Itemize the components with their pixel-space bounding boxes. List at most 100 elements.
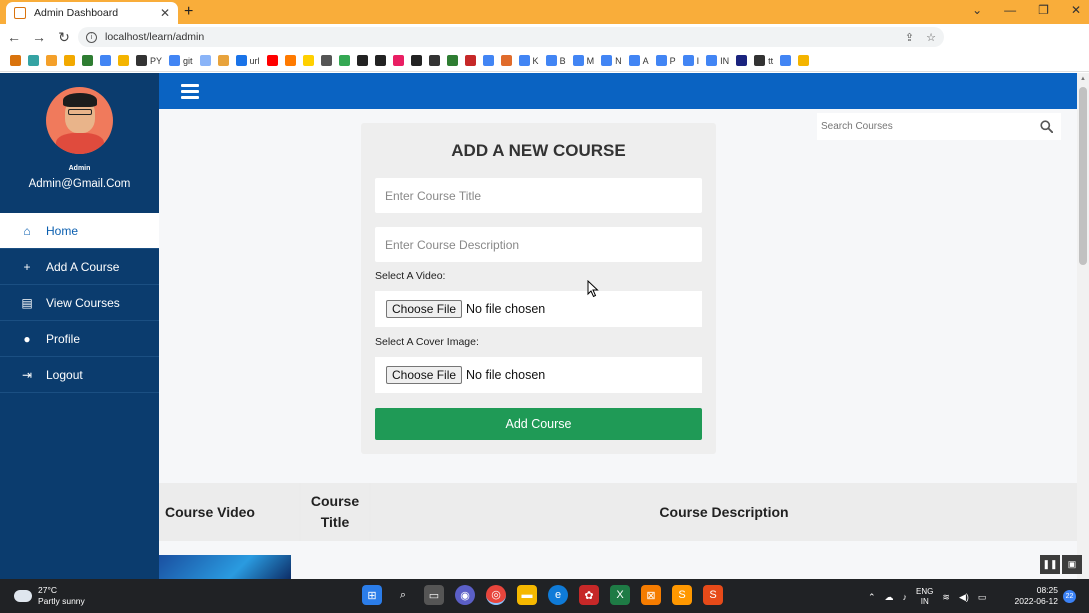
course-video-thumbnail[interactable] xyxy=(159,555,291,579)
page-scrollbar[interactable]: ▲ xyxy=(1077,73,1089,579)
bookmark-item[interactable] xyxy=(199,55,211,66)
tab-close-icon[interactable]: ✕ xyxy=(160,6,170,20)
sublime-icon[interactable]: S xyxy=(672,585,692,605)
choose-video-button[interactable]: Choose File xyxy=(386,300,463,318)
bookmark-item[interactable] xyxy=(284,55,296,66)
bookmark-favicon-icon xyxy=(682,55,694,66)
forward-icon[interactable]: → xyxy=(28,29,50,45)
search-taskbar-icon[interactable]: ⌕ xyxy=(393,585,413,605)
minimize-button[interactable]: — xyxy=(1004,3,1016,17)
sidebar-item-home[interactable]: ⌂ Home xyxy=(0,213,159,249)
sidebar-item-profile[interactable]: ● Profile xyxy=(0,321,159,357)
bookmark-item[interactable] xyxy=(266,55,278,66)
close-window-button[interactable]: ✕ xyxy=(1071,3,1081,17)
bookmark-item[interactable] xyxy=(798,55,810,66)
search-input[interactable] xyxy=(817,113,1031,140)
sidebar-item-add-a-course[interactable]: + Add A Course xyxy=(0,249,159,285)
bookmark-item[interactable] xyxy=(100,55,111,66)
screen-icon[interactable]: ▣ xyxy=(1062,555,1082,574)
language-indicator[interactable]: ENG IN xyxy=(916,587,933,607)
bookmark-item[interactable] xyxy=(64,55,75,66)
share-icon[interactable]: ⇪ xyxy=(905,31,914,44)
bookmark-item[interactable]: url xyxy=(235,55,260,66)
url-bar[interactable]: i localhost/learn/admin ⇪ ☆ xyxy=(78,27,944,47)
bookmark-item[interactable] xyxy=(428,55,440,66)
bookmark-item[interactable] xyxy=(356,55,368,66)
bookmark-item[interactable]: PY xyxy=(136,55,162,66)
bookmark-item[interactable] xyxy=(374,55,386,66)
pause-icon[interactable]: ❚❚ xyxy=(1040,555,1060,574)
file-explorer-icon[interactable]: ▬ xyxy=(517,585,537,605)
settings-app-icon[interactable]: ✿ xyxy=(579,585,599,605)
course-title-input[interactable] xyxy=(375,178,702,213)
volume-icon[interactable]: ◀) xyxy=(959,592,969,603)
url-text[interactable]: localhost/learn/admin xyxy=(105,31,905,43)
search-button[interactable] xyxy=(1031,113,1061,140)
bookmark-item[interactable]: K xyxy=(518,55,539,66)
microphone-icon[interactable]: ♪ xyxy=(903,592,908,602)
xampp-icon[interactable]: ⊠ xyxy=(641,585,661,605)
app-icon[interactable]: S xyxy=(703,585,723,605)
hamburger-menu-icon[interactable] xyxy=(181,84,199,99)
bookmark-item[interactable] xyxy=(338,55,350,66)
search-icon xyxy=(1039,120,1053,133)
bookmark-item[interactable]: I xyxy=(682,55,699,66)
onedrive-icon[interactable]: ☁ xyxy=(885,592,894,603)
tab-search-icon[interactable]: ⌄ xyxy=(972,3,982,17)
bookmark-item[interactable]: B xyxy=(545,55,566,66)
battery-icon[interactable]: ▭ xyxy=(978,592,987,603)
bookmark-item[interactable]: N xyxy=(601,55,622,66)
windows-start-icon[interactable]: ⊞ xyxy=(362,585,382,605)
back-icon[interactable]: ← xyxy=(3,29,25,45)
bookmark-item[interactable] xyxy=(46,55,57,66)
bookmark-item[interactable] xyxy=(446,55,458,66)
bookmark-item[interactable]: P xyxy=(655,55,676,66)
bookmark-item[interactable] xyxy=(217,55,229,66)
bookmark-label: K xyxy=(532,55,539,66)
clock[interactable]: 08:25 2022-06-12 xyxy=(1012,585,1058,607)
chat-icon[interactable]: ◉ xyxy=(455,585,475,605)
new-tab-button[interactable]: + xyxy=(184,3,193,21)
bookmark-item[interactable] xyxy=(392,55,404,66)
bookmark-item[interactable] xyxy=(82,55,93,66)
bookmark-item[interactable]: A xyxy=(628,55,649,66)
bookmark-item[interactable] xyxy=(500,55,512,66)
scrollbar-thumb[interactable] xyxy=(1079,87,1087,265)
bookmark-item[interactable] xyxy=(410,55,422,66)
restore-button[interactable]: ❐ xyxy=(1038,3,1049,17)
task-view-icon[interactable]: ▭ xyxy=(424,585,444,605)
bookmark-item[interactable] xyxy=(736,55,748,66)
bookmark-star-icon[interactable]: ☆ xyxy=(926,31,936,44)
bookmark-item[interactable] xyxy=(302,55,314,66)
notification-badge[interactable]: 22 xyxy=(1063,590,1076,603)
bookmark-label: M xyxy=(586,55,595,66)
bookmark-item[interactable] xyxy=(10,55,21,66)
bookmark-item[interactable] xyxy=(482,55,494,66)
bookmark-item[interactable] xyxy=(28,55,39,66)
edge-icon[interactable]: e xyxy=(548,585,568,605)
bookmark-item[interactable] xyxy=(118,55,129,66)
sidebar-item-label: Home xyxy=(46,223,79,238)
bookmark-item[interactable]: IN xyxy=(706,55,729,66)
weather-widget[interactable]: 27°C Partly sunny xyxy=(11,585,85,607)
bookmark-item[interactable] xyxy=(320,55,332,66)
bookmark-item[interactable]: git xyxy=(169,55,193,66)
site-info-icon[interactable]: i xyxy=(86,31,97,43)
reload-icon[interactable]: ↻ xyxy=(53,29,75,46)
choose-image-button[interactable]: Choose File xyxy=(386,366,463,384)
taskbar-apps: ⊞ ⌕ ▭ ◉ ◎ ▬ e ✿ X ⊠ S S xyxy=(362,585,723,605)
sidebar-item-logout[interactable]: ⇥ Logout xyxy=(0,357,159,393)
bookmark-item[interactable]: tt xyxy=(754,55,773,66)
browser-tab[interactable]: Admin Dashboard ✕ xyxy=(6,2,178,24)
course-description-input[interactable] xyxy=(375,227,702,262)
scroll-up-icon[interactable]: ▲ xyxy=(1080,76,1086,82)
excel-icon[interactable]: X xyxy=(610,585,630,605)
bookmark-item[interactable]: M xyxy=(572,55,595,66)
chevron-up-icon[interactable]: ⌃ xyxy=(868,592,876,603)
bookmark-item[interactable] xyxy=(780,55,792,66)
bookmark-item[interactable] xyxy=(464,55,476,66)
add-course-button[interactable]: Add Course xyxy=(375,408,702,440)
sidebar-item-view-courses[interactable]: ▤ View Courses xyxy=(0,285,159,321)
chrome-icon[interactable]: ◎ xyxy=(486,585,506,605)
wifi-icon[interactable]: ≋ xyxy=(942,592,950,603)
